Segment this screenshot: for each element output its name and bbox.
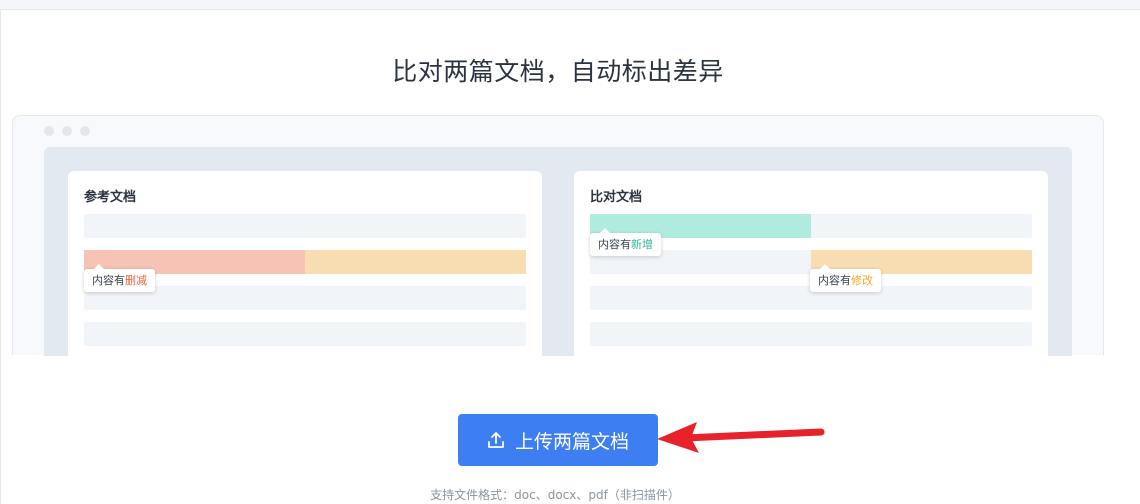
text-line (590, 322, 1032, 346)
compare-doc-card: 比对文档 内容有新增 内容有修改 (574, 171, 1048, 356)
changed-highlight (305, 250, 526, 274)
page-headline: 比对两篇文档，自动标出差异 (392, 57, 724, 86)
upload-button-label: 上传两篇文档 (514, 430, 629, 453)
deleted-tag-keyword: 删减 (125, 274, 147, 287)
upload-two-docs-button[interactable]: 上传两篇文档 (458, 414, 658, 466)
reference-doc-title: 参考文档 (84, 190, 137, 205)
added-tag-keyword: 新增 (631, 238, 653, 251)
deleted-tag-prefix: 内容有 (92, 274, 125, 287)
upload-icon (487, 431, 505, 449)
added-tag: 内容有新增 (590, 228, 661, 256)
window-dot (62, 126, 72, 136)
text-line (84, 322, 526, 346)
deleted-tag: 内容有删减 (84, 264, 155, 292)
modified-tag-prefix: 内容有 (818, 274, 851, 287)
modified-tag: 内容有修改 (810, 264, 881, 292)
text-line (84, 214, 526, 238)
window-dot (80, 126, 90, 136)
preview-canvas: 参考文档 内容有删减 比对文档 内容有新增 内容有修改 (44, 147, 1072, 356)
preview-window: 参考文档 内容有删减 比对文档 内容有新增 内容有修改 (12, 115, 1104, 356)
added-tag-prefix: 内容有 (598, 238, 631, 251)
pointer-arrow-icon (657, 422, 825, 453)
supported-formats-note: 支持文件格式：doc、docx、pdf（非扫描件） (430, 488, 680, 502)
top-strip (0, 0, 1140, 10)
window-dot (44, 126, 54, 136)
modified-tag-keyword: 修改 (851, 274, 873, 287)
compare-doc-title: 比对文档 (590, 190, 643, 205)
reference-doc-card: 参考文档 内容有删减 (68, 171, 542, 356)
